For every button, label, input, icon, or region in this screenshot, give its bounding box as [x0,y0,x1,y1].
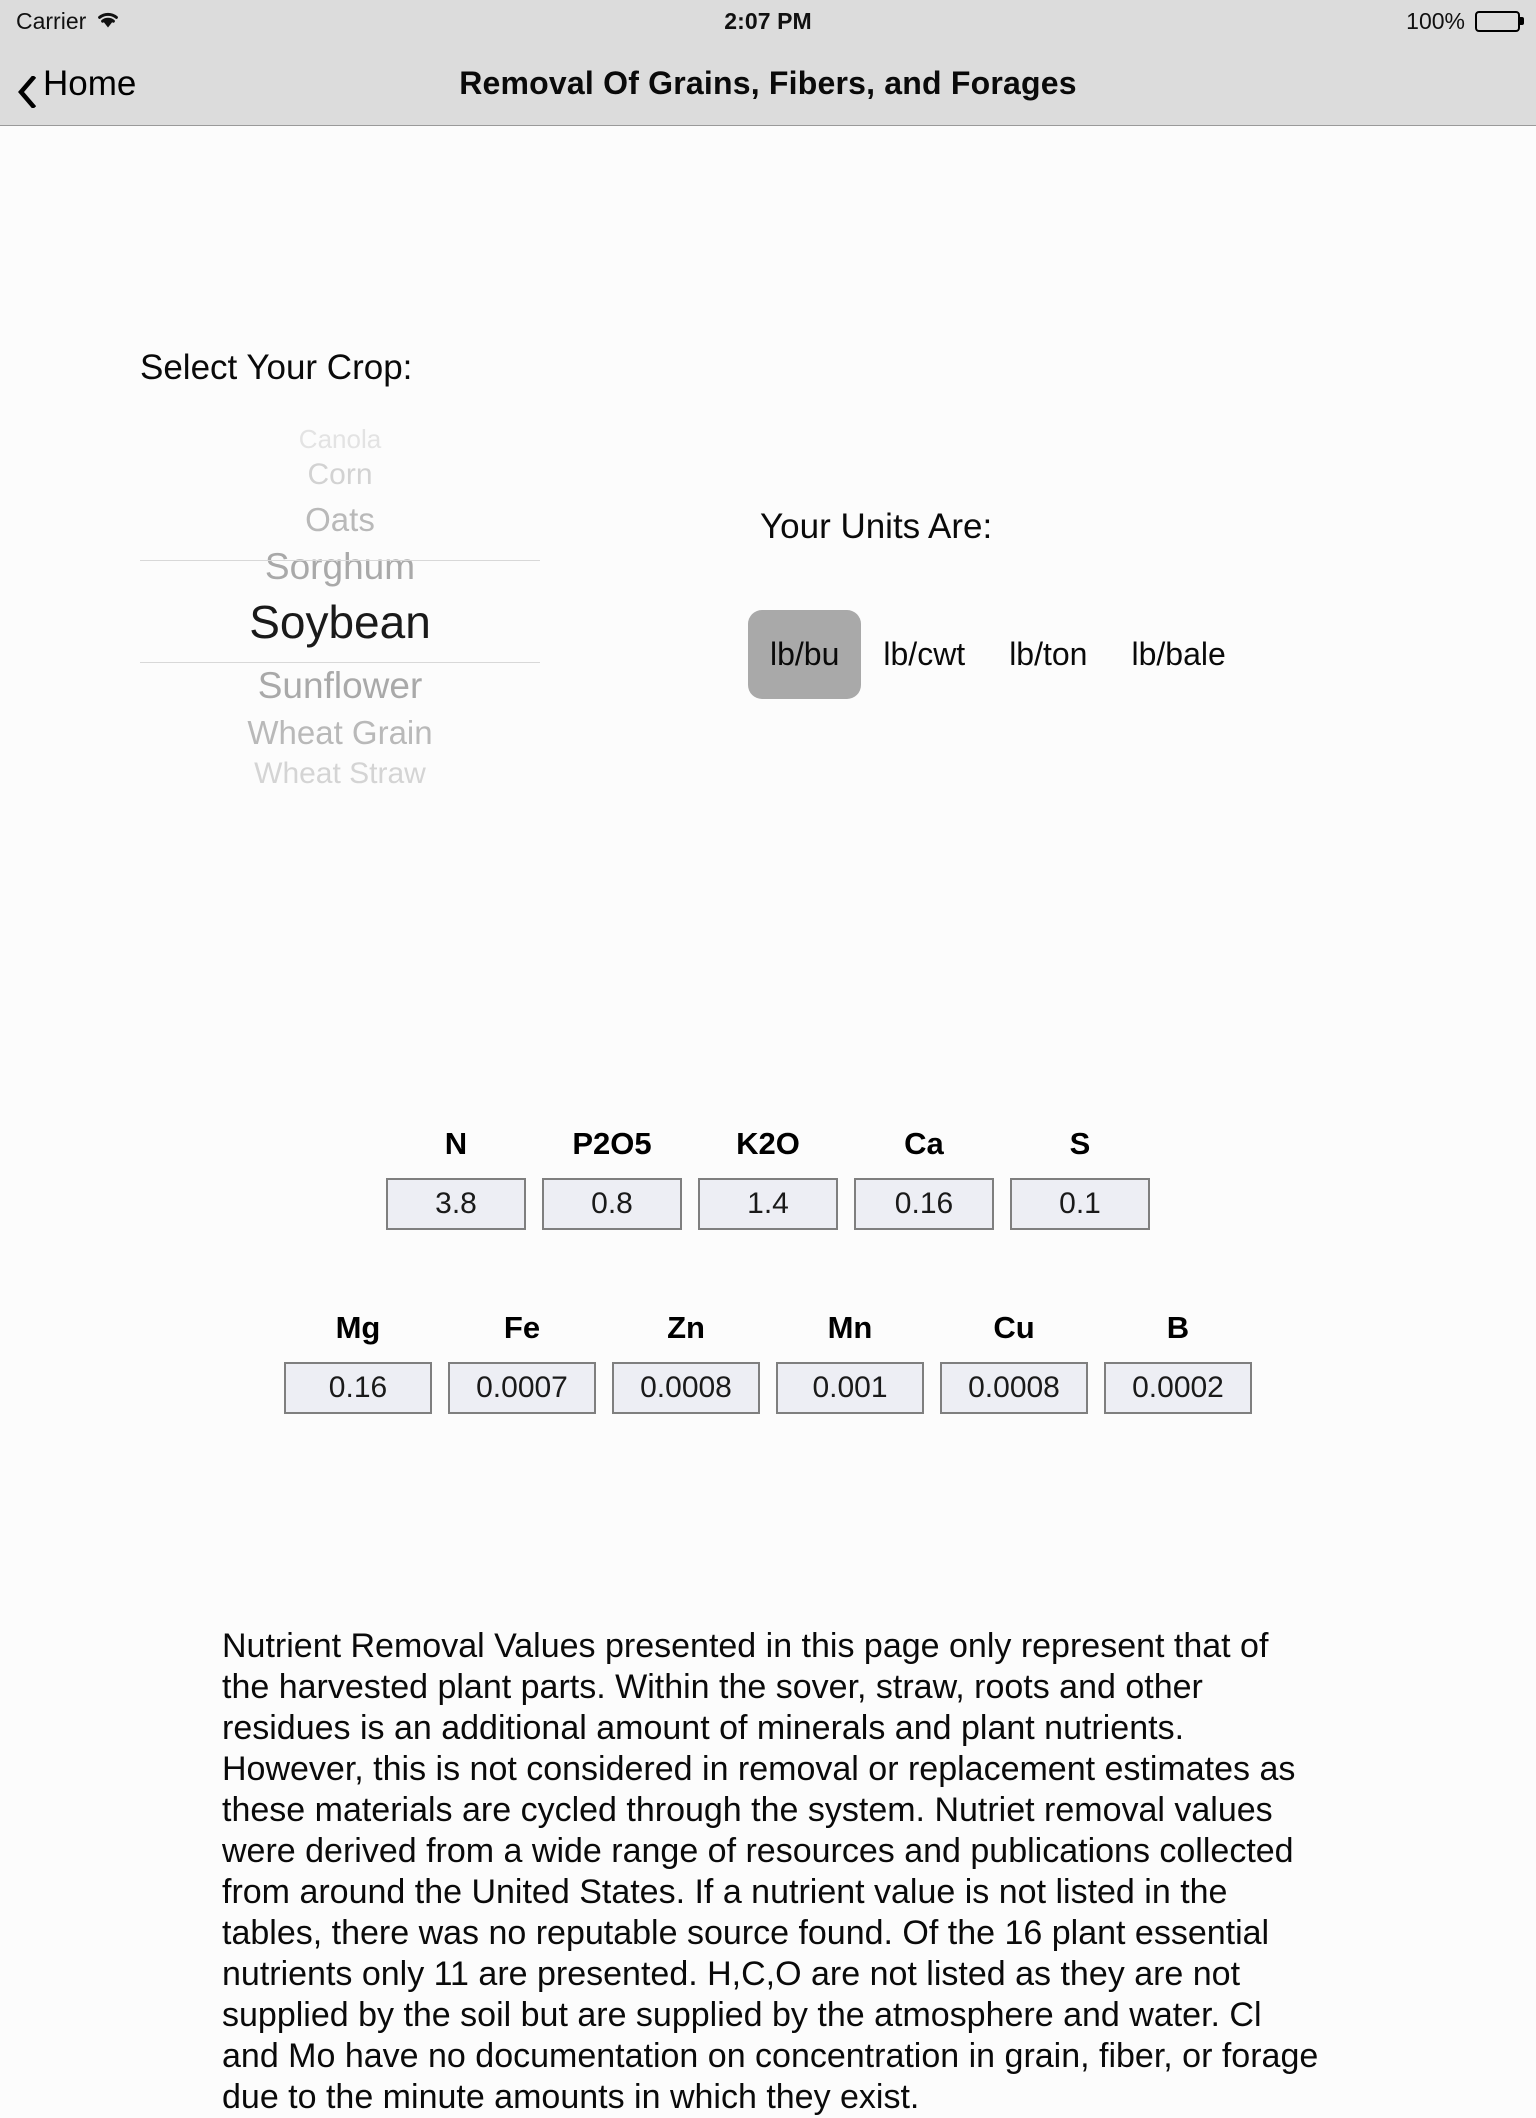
picker-option-corn[interactable]: Corn [140,454,540,490]
picker-option-wheat-straw[interactable]: Wheat Straw [140,749,540,787]
picker-option-soybean-selected[interactable]: Soybean [140,585,540,657]
nutrient-cell-ca: Ca 0.16 [854,1126,994,1230]
nutrient-label-ca: Ca [904,1126,944,1161]
nutrient-cell-b: B 0.0002 [1104,1310,1252,1414]
carrier-label: Carrier [16,7,87,34]
nutrient-cell-n: N 3.8 [386,1126,526,1230]
nutrient-value-n[interactable]: 3.8 [386,1178,526,1230]
nutrient-label-n: N [444,1126,468,1161]
picker-option-sunflower[interactable]: Sunflower [140,657,540,704]
status-bar-time: 2:07 PM [724,7,812,34]
unit-option-lb-bu[interactable]: lb/bu [748,610,862,699]
picker-selection-line-bottom [140,662,540,663]
unit-option-lb-ton[interactable]: lb/ton [987,610,1109,699]
picker-option-wheat-grain[interactable]: Wheat Grain [140,704,540,749]
back-button-label: Home [43,63,137,103]
crop-picker[interactable]: Canola Corn Oats Sorghum Soybean Sunflow… [140,426,540,786]
page-content: Select Your Crop: Canola Corn Oats Sorgh… [0,126,1536,2116]
nutrient-value-fe[interactable]: 0.0007 [448,1362,596,1414]
nutrient-value-s[interactable]: 0.1 [1010,1178,1150,1230]
nutrient-row-micro: Mg 0.16 Fe 0.0007 Zn 0.0008 Mn 0.001 Cu … [0,1310,1536,1414]
nutrient-row-macro: N 3.8 P2O5 0.8 K2O 1.4 Ca 0.16 S 0.1 [0,1126,1536,1230]
picker-selection-line-top [140,560,540,561]
units-label: Your Units Are: [760,507,993,546]
nutrient-label-p2o5: P2O5 [572,1126,652,1161]
nutrient-value-mg[interactable]: 0.16 [284,1362,432,1414]
nutrient-label-fe: Fe [503,1310,541,1345]
nutrient-value-p2o5[interactable]: 0.8 [542,1178,682,1230]
nutrient-value-cu[interactable]: 0.0008 [940,1362,1088,1414]
nutrient-label-k2o: K2O [736,1126,800,1161]
nav-bar: Home Removal Of Grains, Fibers, and Fora… [0,42,1536,126]
nutrient-label-mn: Mn [827,1310,873,1345]
nutrient-label-mg: Mg [335,1310,381,1345]
nutrient-cell-k2o: K2O 1.4 [698,1126,838,1230]
nutrient-label-cu: Cu [993,1310,1035,1345]
nutrient-value-zn[interactable]: 0.0008 [612,1362,760,1414]
status-bar-right: 100% [1406,8,1520,35]
nutrient-label-s: S [1069,1126,1091,1161]
description-text: Nutrient Removal Values presented in thi… [222,1627,1319,2116]
units-segmented-control: lb/bu lb/cwt lb/ton lb/bale [748,610,1248,699]
battery-percent-label: 100% [1406,7,1465,34]
nutrient-label-b: B [1166,1310,1190,1345]
nutrient-value-b[interactable]: 0.0002 [1104,1362,1252,1414]
wifi-icon [95,8,121,35]
nutrient-value-ca[interactable]: 0.16 [854,1178,994,1230]
nutrient-label-zn: Zn [667,1310,705,1345]
unit-option-lb-bale[interactable]: lb/bale [1109,610,1247,699]
nutrient-cell-zn: Zn 0.0008 [612,1310,760,1414]
battery-icon [1475,10,1520,32]
selection-section: Select Your Crop: Canola Corn Oats Sorgh… [0,126,1536,786]
nutrient-cell-cu: Cu 0.0008 [940,1310,1088,1414]
nutrient-value-mn[interactable]: 0.001 [776,1362,924,1414]
page-title: Removal Of Grains, Fibers, and Forages [459,65,1077,101]
crop-picker-label: Select Your Crop: [140,348,413,387]
nutrient-table-macro: N 3.8 P2O5 0.8 K2O 1.4 Ca 0.16 S 0.1 [0,1126,1536,1230]
picker-option-oats[interactable]: Oats [140,490,540,536]
nutrient-table-micro: Mg 0.16 Fe 0.0007 Zn 0.0008 Mn 0.001 Cu … [0,1310,1536,1414]
nutrient-cell-p2o5: P2O5 0.8 [542,1126,682,1230]
nutrient-cell-s: S 0.1 [1010,1126,1150,1230]
nutrient-cell-fe: Fe 0.0007 [448,1310,596,1414]
back-button[interactable]: Home [18,63,137,110]
unit-option-lb-cwt[interactable]: lb/cwt [861,610,987,699]
status-bar-left: Carrier [16,8,121,35]
picker-option-canola[interactable]: Canola [140,426,540,454]
nutrient-cell-mg: Mg 0.16 [284,1310,432,1414]
nutrient-value-k2o[interactable]: 1.4 [698,1178,838,1230]
chevron-left-icon [18,74,37,110]
status-bar: Carrier 2:07 PM 100% [0,0,1536,42]
nutrient-cell-mn: Mn 0.001 [776,1310,924,1414]
